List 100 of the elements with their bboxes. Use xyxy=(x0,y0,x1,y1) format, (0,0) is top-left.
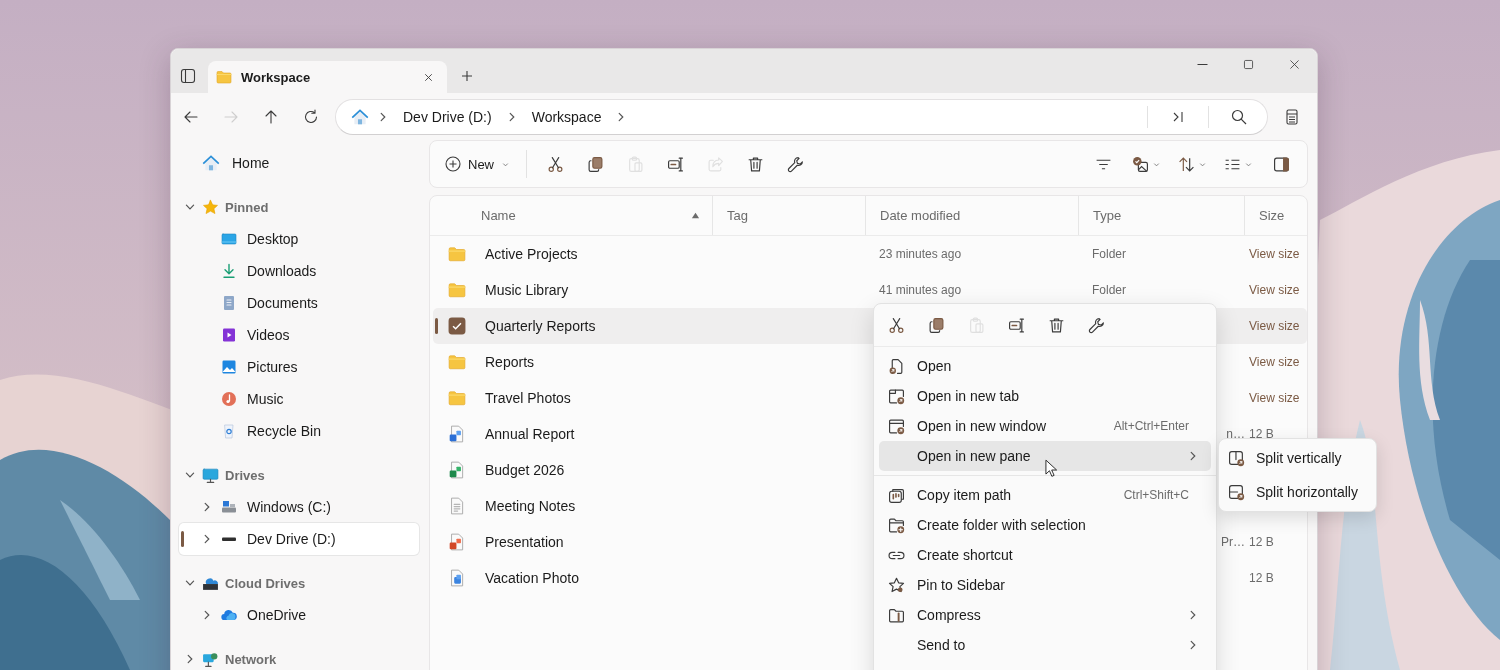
new-window-icon xyxy=(888,417,905,435)
sidebar-item[interactable]: Videos xyxy=(179,319,419,351)
menu-item[interactable]: Create shortcut xyxy=(879,540,1211,570)
breadcrumb-item[interactable]: Workspace xyxy=(525,104,608,129)
file-name: Quarterly Reports xyxy=(485,318,596,334)
column-header[interactable]: Date modified xyxy=(866,196,1079,235)
file-size: 12 B xyxy=(1249,427,1274,441)
file-size: View size xyxy=(1249,247,1300,261)
file-size: View size xyxy=(1249,283,1300,297)
file-type: Pr… xyxy=(1221,535,1245,549)
file-size: View size xyxy=(1249,319,1300,333)
archive-icon xyxy=(888,606,905,624)
menu-item[interactable]: Open in new pane xyxy=(879,441,1211,471)
new-folder-icon xyxy=(888,516,905,534)
file-name: Vacation Photo xyxy=(485,570,579,586)
home-nav-item[interactable]: Home xyxy=(179,147,419,179)
cloud-icon xyxy=(221,607,237,623)
sidebar-section[interactable]: Cloud Drives xyxy=(179,567,419,599)
file-type: Folder xyxy=(1092,247,1126,261)
drive-icon xyxy=(221,499,237,515)
menu-item[interactable]: Open xyxy=(879,351,1211,381)
split-horizontal-icon xyxy=(1228,483,1245,501)
music-icon xyxy=(221,391,237,407)
pin-icon xyxy=(888,576,905,594)
file-size: 12 B xyxy=(1249,571,1274,585)
file-type: n… xyxy=(1226,427,1245,441)
file-name: Meeting Notes xyxy=(485,498,576,514)
address-bar[interactable]: Dev Drive (D:) Workspace xyxy=(335,98,1268,135)
side-panel-icon xyxy=(1272,155,1290,173)
file-name: Reports xyxy=(485,354,535,370)
shortcut-text: Ctrl+Shift+C xyxy=(1123,488,1189,502)
file-name: Active Projects xyxy=(485,246,578,262)
column-header[interactable]: Type xyxy=(1079,196,1245,235)
video-icon xyxy=(221,327,237,343)
sidebar-section[interactable]: Network xyxy=(179,643,419,670)
file-name: Travel Photos xyxy=(485,390,571,406)
minimize-icon xyxy=(1196,63,1208,65)
sort-icon xyxy=(1177,155,1195,173)
shortcut-text: Alt+Ctrl+Enter xyxy=(1113,419,1189,433)
column-header[interactable]: Size xyxy=(1245,196,1307,235)
file-name: Music Library xyxy=(485,282,569,298)
maximize-icon xyxy=(1241,57,1255,71)
network-icon xyxy=(202,650,219,668)
sidebar-item[interactable]: Downloads xyxy=(179,255,419,287)
sidebar-item[interactable]: Pictures xyxy=(179,351,419,383)
file-size: 12 B xyxy=(1249,535,1274,549)
picture-icon xyxy=(221,359,237,375)
date-modified: 23 minutes ago xyxy=(879,247,962,261)
list-sheet-icon xyxy=(1284,108,1300,125)
column-header[interactable]: Tag xyxy=(713,196,866,235)
search-icon xyxy=(1231,108,1247,125)
menu-item[interactable]: Split horizontally xyxy=(1222,475,1373,509)
menu-item[interactable]: Copy item path Ctrl+Shift+C xyxy=(879,480,1211,510)
column-header[interactable]: Name xyxy=(430,196,713,235)
folder-icon xyxy=(216,69,232,85)
sidebar-item[interactable]: Recycle Bin xyxy=(179,415,419,447)
home-icon xyxy=(202,154,220,172)
sidebar-item[interactable]: Desktop xyxy=(179,223,419,255)
desktop-icon xyxy=(221,231,237,247)
date-modified: 41 minutes ago xyxy=(879,283,962,297)
recycle-bin-icon xyxy=(221,423,237,439)
breadcrumb-item[interactable]: Dev Drive (D:) xyxy=(397,104,498,129)
copy-path-icon xyxy=(888,486,905,504)
image-check-icon xyxy=(1131,155,1149,173)
sidebar-item[interactable]: Dev Drive (D:) xyxy=(179,523,419,555)
file-size: View size xyxy=(1249,355,1300,369)
menu-item[interactable]: Create folder with selection xyxy=(879,510,1211,540)
sort-ascending-icon xyxy=(691,211,700,220)
menu-item[interactable]: Open in new window Alt+Ctrl+Enter xyxy=(879,411,1211,441)
panel-icon xyxy=(180,68,196,84)
file-name: Budget 2026 xyxy=(485,462,565,478)
sidebar-section[interactable]: Pinned xyxy=(179,191,419,223)
tab[interactable]: Workspace xyxy=(208,61,447,93)
file-name: Presentation xyxy=(485,534,564,550)
new-button[interactable]: New xyxy=(437,147,518,181)
file-name: Annual Report xyxy=(485,426,575,442)
checkbox[interactable] xyxy=(448,317,466,335)
new-tab-icon xyxy=(888,387,905,405)
menu-item[interactable]: Open in new tab xyxy=(879,381,1211,411)
menu-item[interactable]: Split vertically xyxy=(1222,441,1373,475)
sidebar-section[interactable]: Drives xyxy=(179,459,419,491)
sidebar-item[interactable]: Documents xyxy=(179,287,419,319)
menu-item[interactable]: Compress xyxy=(879,600,1211,630)
plus-icon xyxy=(459,68,475,84)
download-icon xyxy=(221,263,237,279)
open-icon xyxy=(888,357,905,375)
sidebar-item[interactable]: Music xyxy=(179,383,419,415)
plus-circle-icon xyxy=(445,156,461,172)
menu-item[interactable]: Pin to Sidebar xyxy=(879,570,1211,600)
sidebar-item[interactable]: OneDrive xyxy=(179,599,419,631)
tab-title: Workspace xyxy=(241,69,312,85)
file-size: View size xyxy=(1249,391,1300,405)
menu-item[interactable]: Send to xyxy=(879,630,1211,660)
split-vertical-icon xyxy=(1228,449,1245,467)
star-icon xyxy=(202,198,219,216)
home-icon[interactable] xyxy=(351,107,369,126)
sidebar-item[interactable]: Windows (C:) xyxy=(179,491,419,523)
file-type: Folder xyxy=(1092,283,1126,297)
close-icon xyxy=(1287,57,1301,71)
document-icon xyxy=(221,295,237,311)
